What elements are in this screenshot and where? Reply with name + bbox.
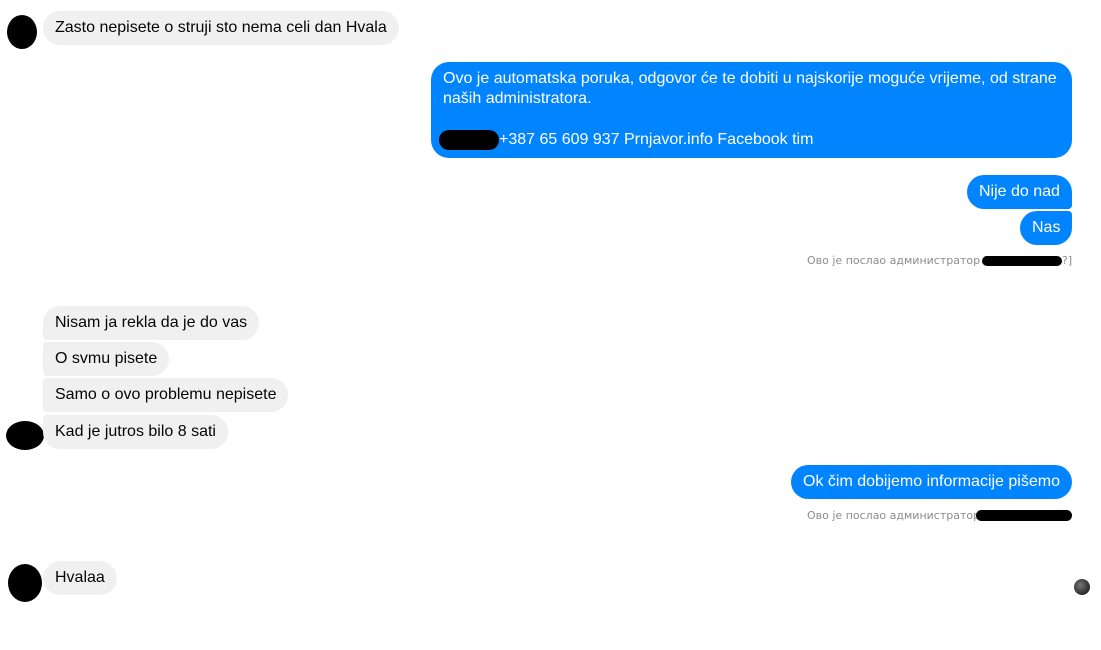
sent-by-tail-text: ?] [1062, 254, 1073, 267]
incoming-message[interactable]: Hvalaa [43, 561, 117, 595]
incoming-message[interactable]: Nisam ja rekla da je do vas [43, 306, 260, 340]
message-text: Nisam ja rekla da je do vas [55, 314, 248, 331]
incoming-message[interactable]: Zasto nepisete o struji sto nema celi da… [43, 11, 399, 45]
seen-avatar-icon [1074, 579, 1090, 595]
message-text: O svmu pisete [55, 350, 158, 367]
message-text: Samo o ovo problemu nepisete [55, 386, 277, 403]
conversation: Zasto nepisete o struji sto nema celi da… [0, 0, 1101, 650]
redacted-admin-name [982, 256, 1062, 266]
message-text: Ok čim dobijemo informacije pišemo [803, 473, 1060, 490]
incoming-message[interactable]: O svmu pisete [43, 342, 170, 376]
sent-by-text: Ово је послао администратор В [807, 509, 992, 522]
incoming-message[interactable]: Kad je jutros bilo 8 sati [43, 415, 228, 449]
message-text: Nije do nad [979, 183, 1060, 200]
sender-avatar[interactable] [7, 15, 37, 49]
message-text: Zasto nepisete o struji sto nema celi da… [55, 19, 387, 36]
outgoing-message[interactable]: Ok čim dobijemo informacije pišemo [791, 465, 1072, 499]
sender-avatar[interactable] [6, 421, 44, 450]
outgoing-message[interactable]: Nas [1020, 211, 1073, 245]
sent-by-admin-note: Ово је послао администратор В [807, 254, 991, 267]
message-text: Kad je jutros bilo 8 sati [55, 423, 216, 440]
incoming-message[interactable]: Samo o ovo problemu nepisete [43, 378, 289, 412]
sent-by-admin-note: Ово је послао администратор В [807, 509, 991, 522]
message-text-line: Ovo je automatska poruka, odgovor će te … [443, 70, 1057, 87]
sender-avatar[interactable] [8, 564, 42, 602]
sent-by-text: Ово је послао администратор В [807, 254, 992, 267]
message-text-line: +387 65 609 937 Prnjavor.info Facebook t… [499, 131, 814, 148]
redacted-admin-name [976, 510, 1072, 521]
message-text: Nas [1032, 219, 1061, 236]
message-text: Hvalaa [55, 569, 105, 586]
outgoing-message[interactable]: Ovo je automatska poruka, odgovor će te … [431, 62, 1072, 158]
message-text-line: naših administratora. [443, 90, 592, 107]
redacted-name [439, 130, 499, 150]
sent-by-tail: ?] [1062, 254, 1072, 267]
outgoing-message[interactable]: Nije do nad [967, 175, 1072, 209]
